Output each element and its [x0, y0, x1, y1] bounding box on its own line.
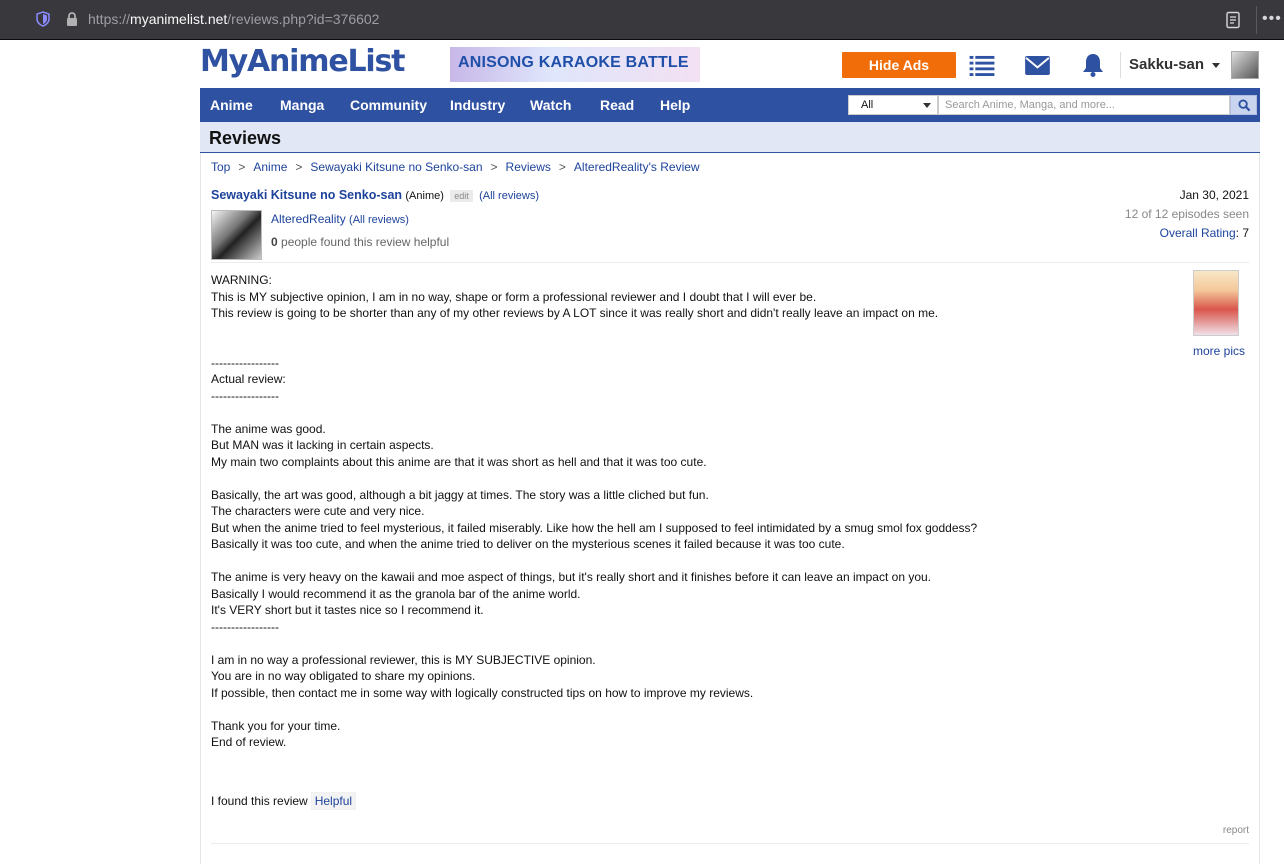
- overall-rating-label[interactable]: Overall Rating: [1160, 226, 1236, 240]
- hide-ads-button[interactable]: Hide Ads: [842, 52, 956, 78]
- more-pics-link[interactable]: more pics: [1193, 344, 1245, 358]
- more-menu-icon[interactable]: •••: [1262, 10, 1282, 28]
- user-avatar[interactable]: [1231, 51, 1259, 79]
- header-separator: [1120, 52, 1121, 78]
- helpful-count-text: people found this review helpful: [281, 235, 450, 249]
- toolbar-divider: [1256, 6, 1257, 34]
- nav-industry[interactable]: Industry: [450, 97, 505, 113]
- reviewer-name-link[interactable]: AlteredReality: [271, 212, 346, 226]
- review-body: WARNING: This is MY subjective opinion, …: [211, 273, 978, 749]
- overall-rating: Overall Rating: 7: [1159, 226, 1249, 240]
- episodes-seen: 12 of 12 episodes seen: [1124, 207, 1249, 221]
- nav-anime[interactable]: Anime: [210, 97, 253, 113]
- browser-toolbar: https://myanimelist.net/reviews.php?id=3…: [0, 0, 1284, 40]
- divider: [211, 262, 1249, 263]
- nav-read[interactable]: Read: [600, 97, 634, 113]
- reviewer-avatar[interactable]: [211, 210, 262, 260]
- breadcrumb-separator: >: [490, 160, 498, 174]
- helpful-vote-row: I found this review Helpful: [211, 792, 357, 810]
- nav-community[interactable]: Community: [350, 97, 427, 113]
- mail-icon[interactable]: [1025, 56, 1050, 75]
- nav-watch[interactable]: Watch: [530, 97, 571, 113]
- breadcrumb: Top > Anime > Sewayaki Kitsune no Senko-san >…: [211, 160, 700, 174]
- search-icon: [1238, 99, 1251, 112]
- chevron-down-icon: [923, 103, 931, 108]
- breadcrumb-reviews[interactable]: Reviews: [506, 160, 551, 174]
- ad-banner-text: ANISONG KARAOKE BATTLE: [458, 54, 689, 71]
- overall-rating-value: 7: [1242, 226, 1249, 240]
- edit-button[interactable]: edit: [450, 190, 473, 202]
- helpful-count: 0: [271, 235, 278, 249]
- caret-down-icon[interactable]: [1212, 63, 1220, 68]
- breadcrumb-separator: >: [558, 160, 566, 174]
- shield-icon[interactable]: [36, 11, 50, 27]
- ad-banner[interactable]: ANISONG KARAOKE BATTLE: [450, 47, 700, 82]
- username-menu[interactable]: Sakku-san: [1129, 56, 1204, 73]
- list-icon[interactable]: [969, 55, 995, 76]
- url-host: myanimelist.net: [130, 11, 228, 27]
- review-anime-heading: Sewayaki Kitsune no Senko-san (Anime) ed…: [211, 188, 539, 202]
- page-title: Reviews: [200, 122, 1260, 153]
- breadcrumb-anime-title[interactable]: Sewayaki Kitsune no Senko-san: [310, 160, 482, 174]
- reader-view-icon[interactable]: [1225, 11, 1241, 29]
- media-type: (Anime): [405, 190, 444, 202]
- bell-icon[interactable]: [1082, 53, 1104, 77]
- report-link[interactable]: report: [1223, 825, 1249, 836]
- breadcrumb-separator: >: [238, 160, 246, 174]
- review-date: Jan 30, 2021: [1179, 188, 1249, 202]
- reviewer-all-reviews-link[interactable]: (All reviews): [349, 214, 409, 226]
- divider: [211, 843, 1249, 844]
- search-scope-select[interactable]: All: [848, 95, 938, 115]
- helpful-count-line: 0 people found this review helpful: [271, 235, 449, 249]
- search-scope-value: All: [861, 99, 874, 111]
- anime-cover-image[interactable]: [1193, 270, 1239, 336]
- helpful-button[interactable]: Helpful: [310, 792, 357, 810]
- lock-icon[interactable]: [65, 11, 79, 27]
- all-reviews-link[interactable]: (All reviews): [479, 190, 539, 202]
- search-button[interactable]: [1230, 95, 1257, 115]
- search-input[interactable]: Search Anime, Manga, and more...: [938, 95, 1230, 115]
- url-path: /reviews.php?id=376602: [227, 11, 380, 27]
- breadcrumb-separator: >: [295, 160, 303, 174]
- reviewer-info: AlteredReality (All reviews): [271, 212, 409, 226]
- url-scheme: https://: [88, 11, 131, 27]
- helpful-vote-prefix: I found this review: [211, 794, 308, 808]
- anime-title-link[interactable]: Sewayaki Kitsune no Senko-san: [211, 188, 402, 202]
- breadcrumb-anime[interactable]: Anime: [253, 160, 287, 174]
- site-logo[interactable]: MyAnimeList: [200, 44, 405, 79]
- nav-manga[interactable]: Manga: [280, 97, 324, 113]
- address-bar[interactable]: https://myanimelist.net/reviews.php?id=3…: [88, 11, 379, 27]
- nav-help[interactable]: Help: [660, 97, 690, 113]
- breadcrumb-top[interactable]: Top: [211, 160, 230, 174]
- breadcrumb-current-review[interactable]: AlteredReality's Review: [574, 160, 700, 174]
